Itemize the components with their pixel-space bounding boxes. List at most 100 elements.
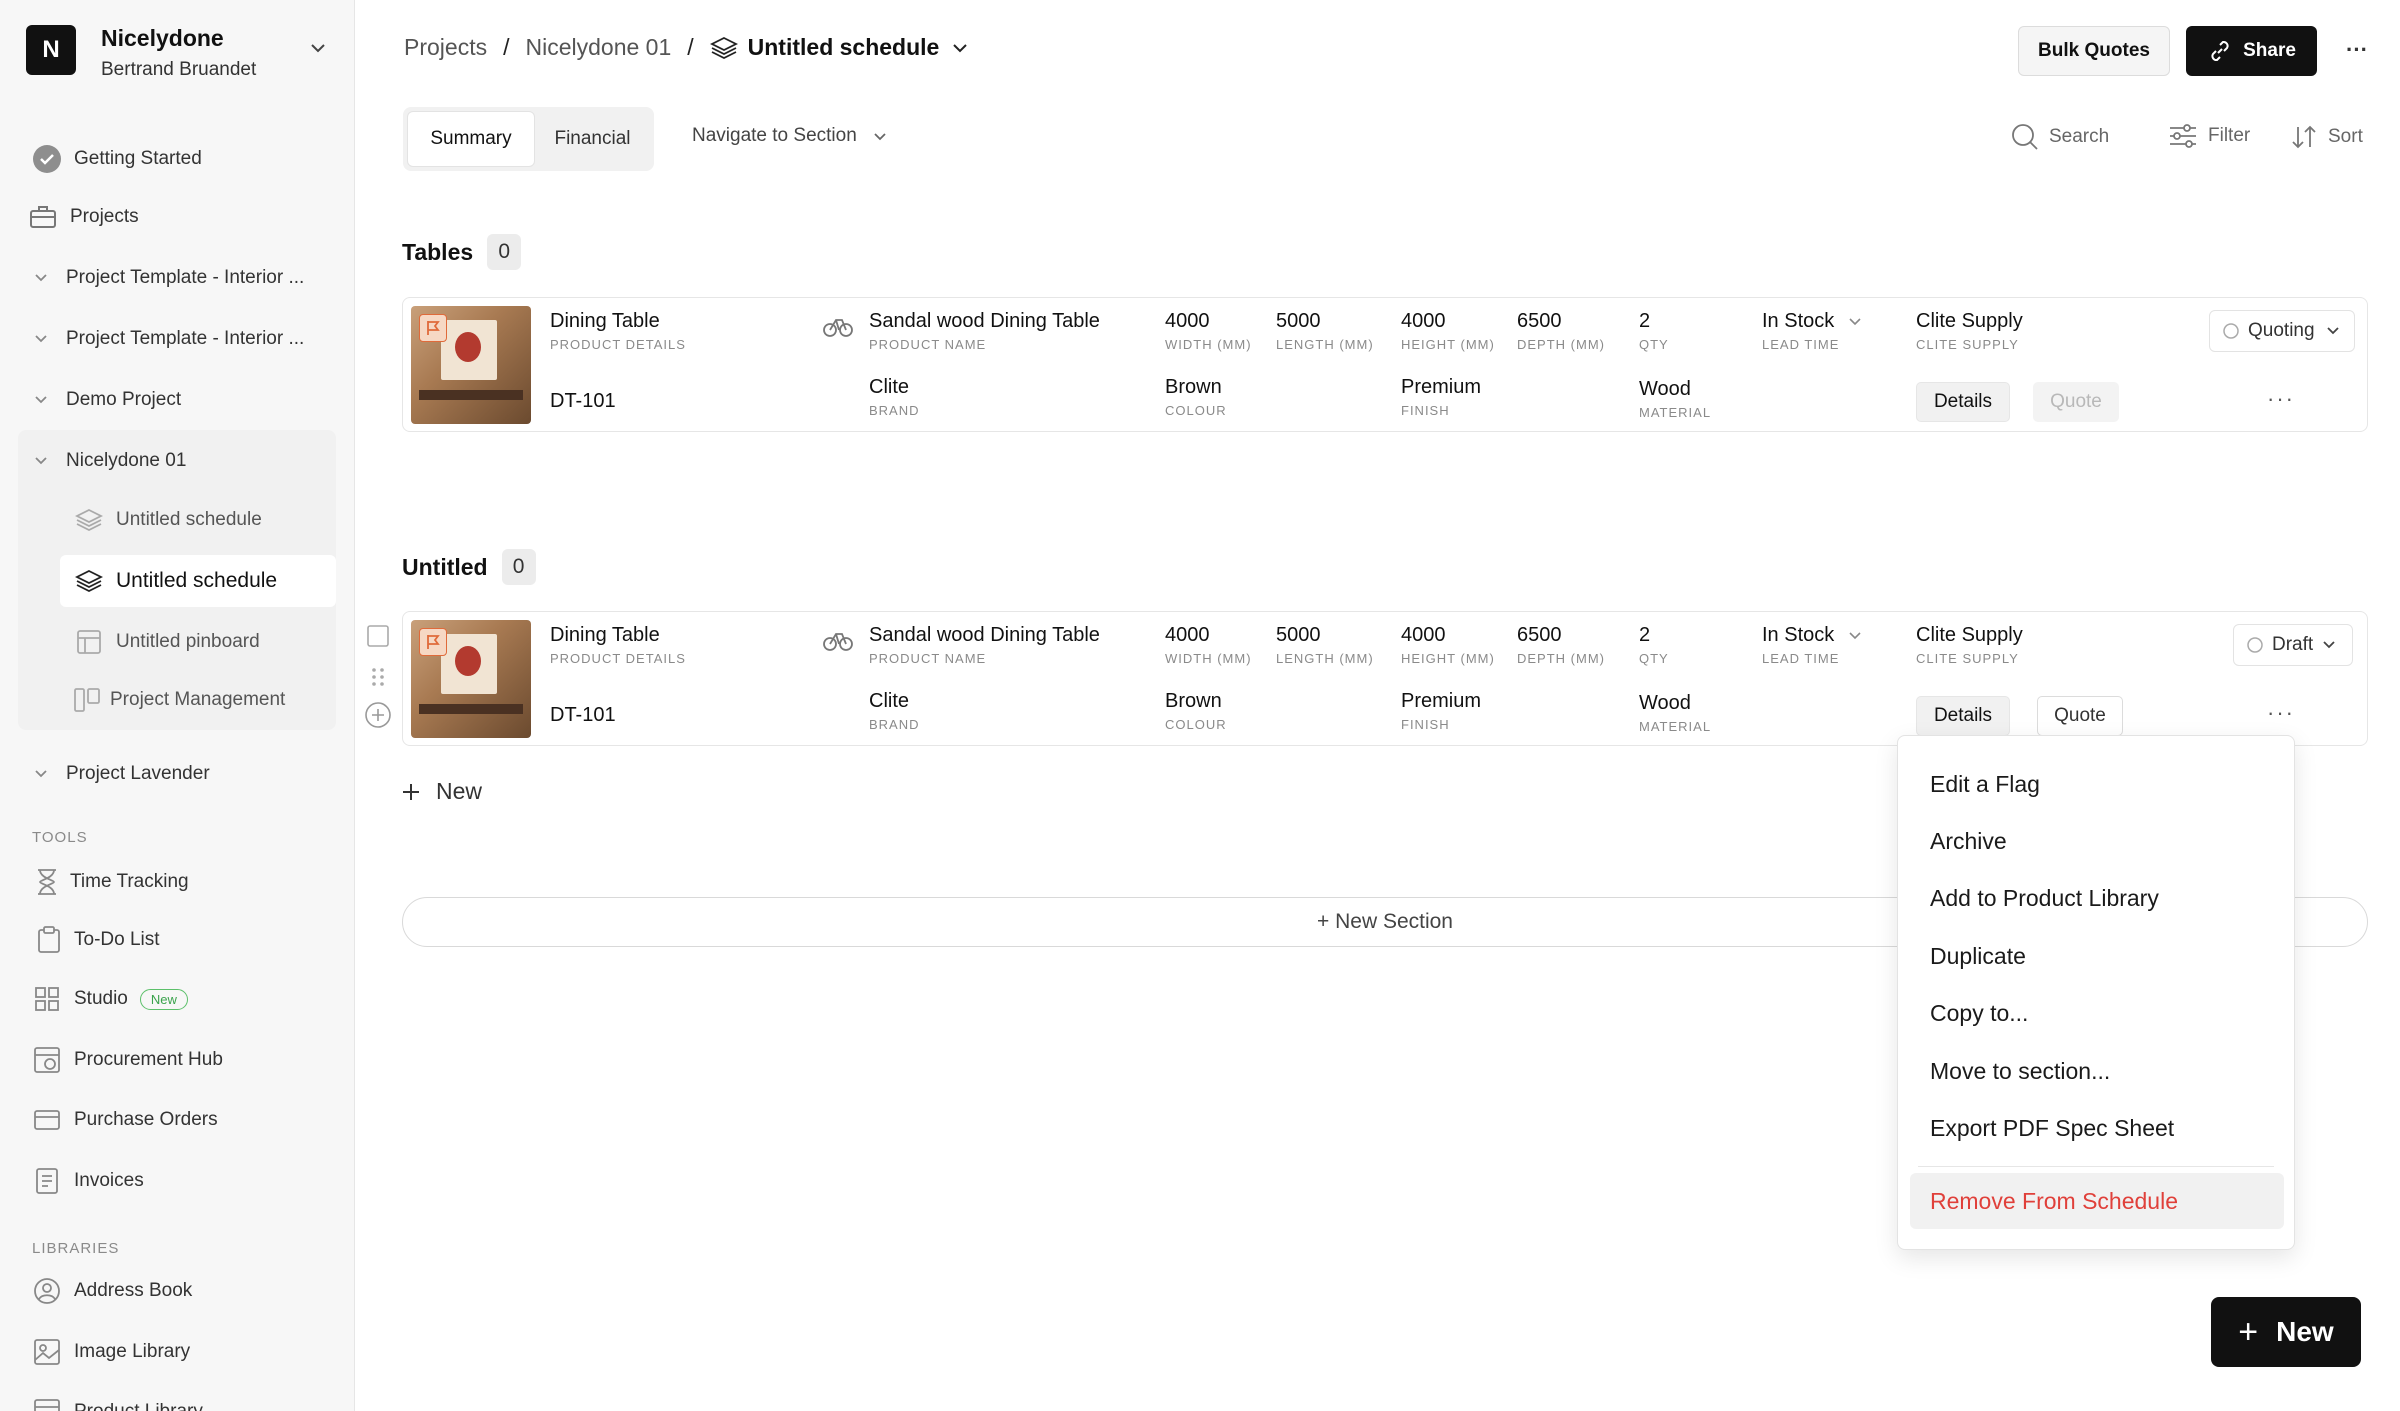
- field-value: 6500: [1517, 310, 1562, 332]
- chevron-down-icon: [1849, 632, 1861, 640]
- sidebar-item-untitled-schedule-1[interactable]: Untitled schedule: [60, 494, 336, 546]
- chevron-down-icon[interactable]: [34, 456, 48, 466]
- details-button[interactable]: Details: [1916, 382, 2010, 422]
- row-checkbox[interactable]: [366, 624, 390, 653]
- supplier[interactable]: Clite Supply CLITE SUPPLY: [1916, 310, 2023, 352]
- finish: Premium FINISH: [1401, 376, 1481, 418]
- table-row[interactable]: Dining Table PRODUCT DETAILS DT-101 Sanda…: [402, 297, 2368, 432]
- sidebar-item-project-management[interactable]: Project Management: [60, 674, 336, 726]
- breadcrumb-projects[interactable]: Projects: [404, 34, 487, 61]
- flag-icon[interactable]: [419, 628, 447, 656]
- product-details: Dining Table PRODUCT DETAILS: [550, 624, 686, 666]
- menu-item-remove-from-schedule[interactable]: Remove From Schedule: [1910, 1173, 2284, 1229]
- sidebar-item-label: Untitled schedule: [116, 569, 278, 592]
- field-label: FINISH: [1401, 403, 1450, 418]
- field-value: 4000: [1165, 310, 1210, 332]
- row-more-button[interactable]: ···: [2267, 700, 2295, 726]
- sidebar-item-label: Procurement Hub: [74, 1049, 223, 1070]
- chevron-down-icon[interactable]: [34, 769, 48, 779]
- field-label: CLITE SUPPLY: [1916, 651, 2019, 666]
- briefcase-icon: [26, 200, 60, 234]
- lead-time[interactable]: In Stock LEAD TIME: [1762, 310, 1862, 352]
- menu-item-add-to-product-library[interactable]: Add to Product Library: [1910, 870, 2284, 926]
- search-button[interactable]: Search: [2011, 123, 2109, 151]
- sidebar-item-time-tracking[interactable]: Time Tracking: [18, 856, 336, 908]
- layers-icon: [72, 503, 106, 537]
- sidebar-item-image-library[interactable]: Image Library: [18, 1326, 336, 1378]
- menu-item-move-to-section[interactable]: Move to section...: [1910, 1043, 2284, 1099]
- chevron-down-icon[interactable]: [34, 334, 48, 344]
- add-row-icon[interactable]: [364, 701, 392, 734]
- sidebar-item-purchase-orders[interactable]: Purchase Orders: [18, 1094, 336, 1146]
- sidebar-item-projects[interactable]: Projects: [18, 191, 336, 243]
- workspace-switcher[interactable]: N Nicelydone Bertrand Bruandet: [24, 23, 329, 80]
- material: Wood MATERIAL: [1639, 378, 1711, 420]
- details-button[interactable]: Details: [1916, 696, 2010, 736]
- tab-financial[interactable]: Financial: [535, 111, 650, 167]
- breadcrumb-current[interactable]: Untitled schedule: [709, 34, 972, 61]
- sidebar-item-label: Untitled schedule: [116, 509, 262, 530]
- field-label: LEAD TIME: [1762, 337, 1840, 352]
- field-value: 2: [1639, 310, 1651, 332]
- menu-item-copy-to[interactable]: Copy to...: [1910, 985, 2284, 1041]
- sidebar-item-project-template-1[interactable]: Project Template - Interior ...: [18, 252, 336, 304]
- bulk-quotes-button[interactable]: Bulk Quotes: [2018, 26, 2170, 76]
- table-row[interactable]: Dining Table PRODUCT DETAILS DT-101 Sanda…: [402, 611, 2368, 746]
- status-dropdown[interactable]: Draft: [2233, 624, 2353, 666]
- sidebar-item-getting-started[interactable]: Getting Started: [18, 133, 336, 185]
- status-dropdown[interactable]: Quoting: [2209, 310, 2355, 352]
- breadcrumb-current-label: Untitled schedule: [747, 34, 940, 60]
- menu-item-export-pdf[interactable]: Export PDF Spec Sheet: [1910, 1100, 2284, 1156]
- sidebar-item-studio[interactable]: Studio New: [18, 973, 336, 1025]
- menu-divider: [1918, 1166, 2274, 1167]
- sidebar-item-untitled-pinboard[interactable]: Untitled pinboard: [60, 616, 336, 668]
- chevron-down-icon[interactable]: [34, 273, 48, 283]
- tab-summary[interactable]: Summary: [407, 111, 535, 167]
- workspace-name: Nicelydone: [101, 25, 224, 51]
- breadcrumb-project[interactable]: Nicelydone 01: [525, 34, 671, 61]
- sidebar-item-todo-list[interactable]: To-Do List: [18, 914, 336, 966]
- sidebar-item-label: To-Do List: [74, 929, 160, 950]
- colour: Brown COLOUR: [1165, 690, 1227, 732]
- quantity: 2 QTY: [1639, 624, 1669, 666]
- field-value: Wood: [1639, 692, 1691, 714]
- sidebar-item-demo-project[interactable]: Demo Project: [18, 374, 336, 426]
- sidebar-item-procurement-hub[interactable]: Procurement Hub: [18, 1034, 336, 1086]
- menu-item-duplicate[interactable]: Duplicate: [1910, 928, 2284, 984]
- menu-item-archive[interactable]: Archive: [1910, 813, 2284, 869]
- sidebar-item-project-lavender[interactable]: Project Lavender: [18, 748, 336, 800]
- new-fab-button[interactable]: + New: [2211, 1297, 2361, 1367]
- sort-button[interactable]: Sort: [2290, 123, 2363, 151]
- field-label: FINISH: [1401, 717, 1450, 732]
- chevron-down-icon[interactable]: [34, 395, 48, 405]
- kanban-icon: [70, 683, 104, 717]
- sidebar-item-label: Image Library: [74, 1341, 191, 1362]
- flag-icon[interactable]: [419, 314, 447, 342]
- sidebar-item-project-template-2[interactable]: Project Template - Interior ...: [18, 313, 336, 365]
- product-thumbnail: [411, 620, 531, 738]
- add-item-button[interactable]: New: [400, 778, 482, 805]
- quote-button[interactable]: Quote: [2037, 696, 2123, 736]
- quote-button[interactable]: Quote: [2033, 382, 2119, 422]
- lead-time[interactable]: In Stock LEAD TIME: [1762, 624, 1862, 666]
- supplier[interactable]: Clite Supply CLITE SUPPLY: [1916, 624, 2023, 666]
- more-options-button[interactable]: ···: [2337, 30, 2377, 70]
- menu-item-edit-flag[interactable]: Edit a Flag: [1910, 756, 2284, 812]
- sidebar-item-address-book[interactable]: Address Book: [18, 1265, 336, 1317]
- chevron-down-icon: [2326, 327, 2339, 335]
- status-label: Quoting: [2248, 320, 2315, 341]
- drag-handle-icon[interactable]: [370, 666, 386, 693]
- field-label: COLOUR: [1165, 717, 1227, 732]
- sidebar-item-nicelydone-01[interactable]: Nicelydone 01: [18, 435, 336, 487]
- filter-icon: [2170, 124, 2196, 148]
- row-more-button[interactable]: ···: [2267, 386, 2295, 412]
- sidebar-item-product-library[interactable]: Product Library: [18, 1386, 336, 1411]
- share-button[interactable]: Share: [2186, 26, 2317, 76]
- sidebar-item-untitled-schedule-2[interactable]: Untitled schedule: [60, 555, 336, 607]
- sidebar-item-invoices[interactable]: Invoices: [18, 1155, 336, 1207]
- search-icon: [2012, 124, 2038, 150]
- navigate-to-section-dropdown[interactable]: Navigate to Section: [692, 125, 889, 147]
- breadcrumb: Projects / Nicelydone 01 / Untitled sche…: [404, 34, 971, 61]
- quantity: 2 QTY: [1639, 310, 1669, 352]
- filter-button[interactable]: Filter: [2168, 123, 2250, 149]
